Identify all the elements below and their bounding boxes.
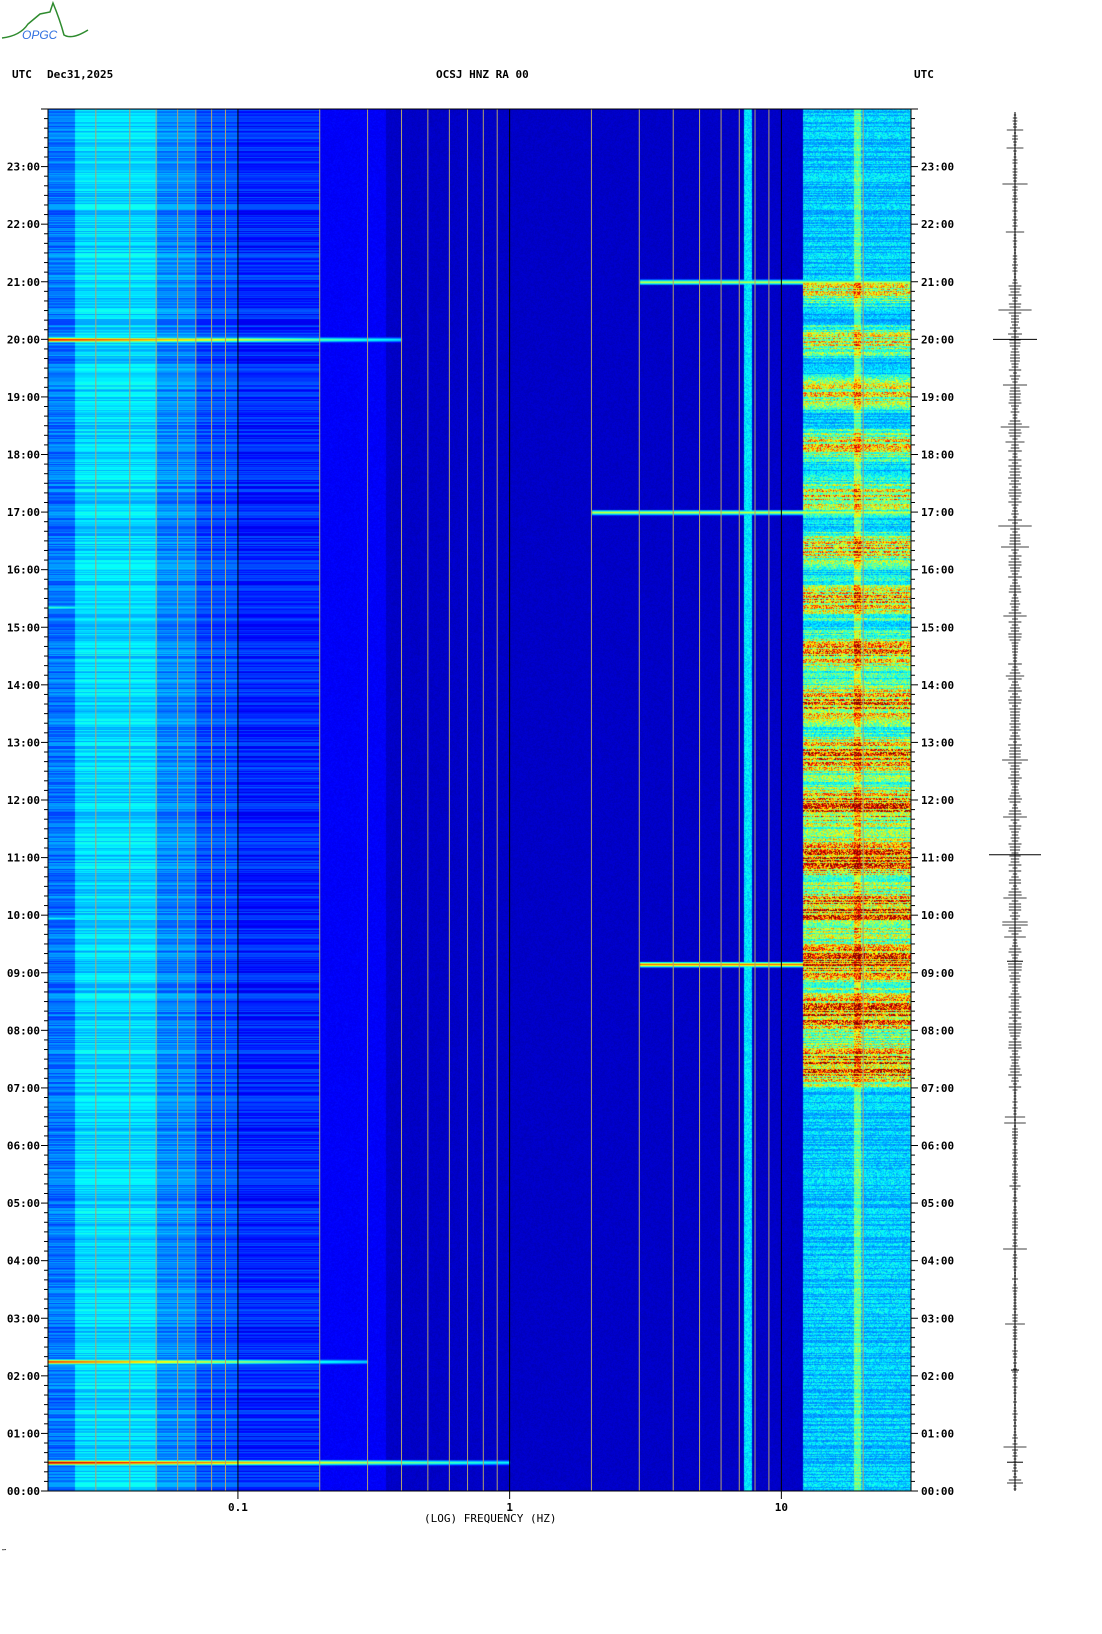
- y-tick-label-right: 10:00: [921, 909, 954, 922]
- y-tick-label-left: 20:00: [7, 333, 40, 346]
- y-tick-label-left: 00:00: [7, 1485, 40, 1498]
- y-tick-label-left: 18:00: [7, 449, 40, 462]
- y-tick-label-right: 19:00: [921, 391, 954, 404]
- y-tick-label-left: 11:00: [7, 852, 40, 865]
- y-tick-label-left: 08:00: [7, 1024, 40, 1037]
- y-tick-label-left: 04:00: [7, 1255, 40, 1268]
- y-tick-label-right: 06:00: [921, 1140, 954, 1153]
- y-tick-label-right: 07:00: [921, 1082, 954, 1095]
- y-tick-label-left: 10:00: [7, 909, 40, 922]
- y-tick-label-right: 17:00: [921, 506, 954, 519]
- y-tick-label-right: 13:00: [921, 736, 954, 749]
- y-tick-label-left: 13:00: [7, 736, 40, 749]
- x-tick-label: 1: [506, 1501, 513, 1514]
- y-tick-label-right: 09:00: [921, 967, 954, 980]
- y-tick-label-left: 05:00: [7, 1197, 40, 1210]
- y-tick-label-right: 23:00: [921, 161, 954, 174]
- y-tick-label-right: 01:00: [921, 1427, 954, 1440]
- y-tick-label-left: 02:00: [7, 1370, 40, 1383]
- y-tick-label-left: 07:00: [7, 1082, 40, 1095]
- y-tick-label-right: 08:00: [921, 1024, 954, 1037]
- y-tick-label-left: 22:00: [7, 218, 40, 231]
- chart-axes-overlay: 0.1 1 10 00:00 00:00 01:00 01:00 02:00 02:00 03:0…: [7, 108, 1041, 1514]
- y-tick-label-right: 22:00: [921, 218, 954, 231]
- y-tick-label-left: 15:00: [7, 621, 40, 634]
- y-tick-label-right: 02:00: [921, 1370, 954, 1383]
- y-tick-label-left: 16:00: [7, 564, 40, 577]
- y-tick-label-right: 04:00: [921, 1255, 954, 1268]
- y-tick-label-left: 17:00: [7, 506, 40, 519]
- y-tick-label-left: 21:00: [7, 276, 40, 289]
- y-tick-label-right: 00:00: [921, 1485, 954, 1498]
- y-tick-label-right: 12:00: [921, 794, 954, 807]
- y-tick-label-right: 05:00: [921, 1197, 954, 1210]
- y-tick-label-right: 20:00: [921, 333, 954, 346]
- y-tick-label-left: 09:00: [7, 967, 40, 980]
- y-tick-label-left: 03:00: [7, 1312, 40, 1325]
- x-tick-label: 0.1: [228, 1501, 248, 1514]
- y-tick-label-left: 12:00: [7, 794, 40, 807]
- x-tick-label: 10: [775, 1501, 788, 1514]
- y-tick-label-left: 19:00: [7, 391, 40, 404]
- y-tick-label-left: 06:00: [7, 1140, 40, 1153]
- y-tick-label-right: 18:00: [921, 449, 954, 462]
- y-tick-label-right: 15:00: [921, 621, 954, 634]
- y-tick-label-left: 14:00: [7, 679, 40, 692]
- y-tick-label-right: 03:00: [921, 1312, 954, 1325]
- y-tick-label-right: 11:00: [921, 852, 954, 865]
- y-tick-label-right: 21:00: [921, 276, 954, 289]
- y-tick-label-right: 14:00: [921, 679, 954, 692]
- y-tick-label-left: 23:00: [7, 161, 40, 174]
- y-tick-label-right: 16:00: [921, 564, 954, 577]
- y-tick-label-left: 01:00: [7, 1427, 40, 1440]
